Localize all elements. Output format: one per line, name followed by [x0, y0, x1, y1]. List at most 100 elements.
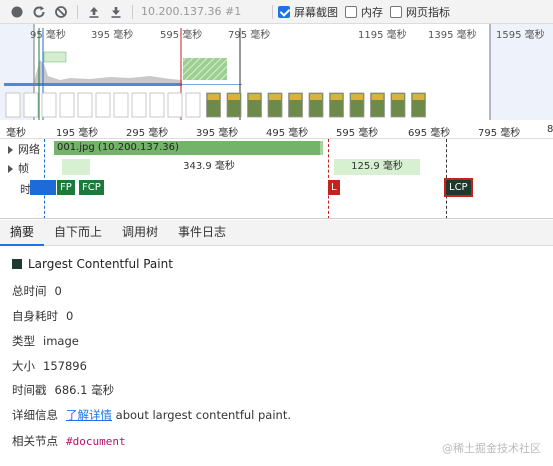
overview-tick: 1395 毫秒 [428, 30, 477, 41]
total-time-label: 总时间 [12, 284, 47, 298]
record-button[interactable] [6, 1, 28, 23]
screenshots-checkbox-label: 屏幕截图 [294, 5, 338, 19]
event-color-swatch [12, 259, 22, 269]
expand-triangle-icon[interactable] [8, 165, 13, 173]
filmstrip-thumbnail-detail [289, 94, 302, 100]
memory-checkbox-label: 内存 [361, 5, 383, 19]
overview-tick: 395 毫秒 [91, 30, 134, 41]
details-text: about largest contentful paint. [115, 408, 292, 422]
ruler-tick: 195 毫秒 [56, 128, 99, 139]
save-profile-button[interactable] [105, 1, 127, 23]
load-marker[interactable]: L [328, 180, 340, 195]
self-time-label: 自身耗时 [12, 309, 58, 323]
lcp-line [446, 139, 447, 218]
filmstrip-thumbnail-detail [371, 94, 384, 100]
webvitals-checkbox-box[interactable] [390, 5, 402, 18]
overview-tick: 795 毫秒 [228, 30, 271, 41]
filmstrip-thumbnail [185, 92, 201, 118]
ruler-tick: 495 毫秒 [266, 128, 309, 139]
frame-block[interactable]: 343.9 毫秒 [95, 159, 323, 175]
screenshots-checkbox[interactable]: 屏幕截图 [278, 4, 338, 20]
filmstrip-thumbnail-detail [392, 94, 404, 100]
memory-checkbox-box[interactable] [345, 5, 357, 18]
row-type: 类型 image [12, 333, 79, 349]
filmstrip-thumbnail [59, 92, 75, 118]
row-timestamp: 时间戳 686.1 毫秒 [12, 382, 114, 398]
total-time-value: 0 [54, 284, 62, 298]
row-size: 大小 157896 [12, 358, 87, 374]
network-label: 网络 [18, 143, 40, 156]
overview-tick: 595 毫秒 [160, 30, 203, 41]
tab-event-log[interactable]: 事件日志 [168, 220, 236, 246]
filmstrip-thumbnail [131, 92, 147, 118]
time-ruler: 毫秒 195 毫秒 295 毫秒 395 毫秒 495 毫秒 595 毫秒 69… [0, 121, 553, 139]
timeline-tracks[interactable]: 网络 001.jpg (10.200.137.36) 帧 343.9 毫秒 12… [0, 139, 553, 219]
webvitals-checkbox[interactable]: 网页指标 [390, 4, 450, 20]
tab-summary[interactable]: 摘要 [0, 220, 45, 246]
dcl-marker[interactable]: DCL [30, 180, 57, 195]
upload-icon [89, 6, 99, 18]
row-related-node: 相关节点 #document [12, 433, 126, 449]
filmstrip-thumbnail-detail [351, 94, 363, 100]
filmstrip-thumbnail-detail [310, 94, 322, 100]
ruler-tick: 295 毫秒 [126, 128, 169, 139]
timeline-overview[interactable]: 95 毫秒 395 毫秒 595 毫秒 795 毫秒 1195 毫秒 1395 … [0, 24, 553, 120]
network-request-tail [320, 141, 323, 155]
watermark: @稀土掘金技术社区 [442, 442, 541, 455]
summary-title: Largest Contentful Paint [12, 257, 173, 271]
expand-triangle-icon[interactable] [8, 146, 13, 154]
recording-select[interactable]: 10.200.137.36 #1 [141, 5, 267, 18]
tab-call-tree[interactable]: 调用树 [112, 220, 168, 246]
network-track-label[interactable]: 网络 [8, 141, 40, 157]
filmstrip-thumbnail [167, 92, 183, 118]
fcp-marker[interactable]: FCP [79, 180, 104, 195]
lcp-marker[interactable]: LCP [444, 178, 473, 197]
learn-more-link[interactable]: 了解详情 [66, 408, 112, 422]
row-self-time: 自身耗时 0 [12, 308, 73, 324]
timeline-toolbar: 10.200.137.36 #1 屏幕截图 内存 网页指标 [0, 0, 553, 24]
tab-bottom-up[interactable]: 自下而上 [44, 220, 112, 246]
filmstrip-thumbnail [149, 92, 165, 118]
filmstrip-thumbnail-detail [228, 94, 240, 100]
overview-tick: 1595 毫秒 [496, 30, 545, 41]
details-tabs: 摘要 自下而上 调用树 事件日志 [0, 220, 553, 246]
ruler-tick: 595 毫秒 [336, 128, 379, 139]
memory-checkbox[interactable]: 内存 [345, 4, 383, 20]
load-line [328, 139, 329, 218]
timestamp-label: 时间戳 [12, 383, 47, 397]
filmstrip-thumbnail-detail [330, 94, 343, 100]
fp-marker[interactable]: FP [57, 180, 75, 195]
type-label: 类型 [12, 334, 35, 348]
reload-button[interactable] [28, 1, 50, 23]
webvitals-checkbox-label: 网页指标 [406, 5, 450, 19]
details-label: 详细信息 [12, 408, 58, 422]
related-node-link[interactable]: #document [66, 435, 126, 448]
filmstrip-thumbnail-detail [207, 94, 220, 100]
toolbar-divider [132, 4, 133, 19]
frame-block[interactable] [62, 159, 90, 175]
filmstrip-thumbnail [5, 92, 21, 118]
filmstrip-thumbnail-detail [269, 94, 281, 100]
row-details: 详细信息 了解详情 about largest contentful paint. [12, 407, 291, 423]
timestamp-value: 686.1 毫秒 [54, 383, 115, 397]
summary-panel: Largest Contentful Paint 总时间 0 自身耗时 0 类型 im… [0, 247, 553, 466]
overview-tick: 95 毫秒 [30, 30, 66, 41]
clear-button[interactable] [50, 1, 72, 23]
overview-tick: 1195 毫秒 [358, 30, 407, 41]
ruler-tick: 毫秒 [6, 128, 26, 139]
download-icon [111, 6, 121, 18]
filmstrip [5, 92, 426, 118]
size-label: 大小 [12, 359, 35, 373]
frame-block[interactable]: 125.9 毫秒 [334, 159, 420, 175]
filmstrip-thumbnail [113, 92, 129, 118]
network-request-bar[interactable]: 001.jpg (10.200.137.36) [54, 141, 320, 155]
screenshots-checkbox-box[interactable] [278, 5, 290, 18]
row-total-time: 总时间 0 [12, 283, 62, 299]
ruler-tick: 695 毫秒 [408, 128, 451, 139]
frames-track-label[interactable]: 帧 [8, 160, 29, 176]
filmstrip-thumbnail-detail [412, 94, 425, 100]
clear-icon [55, 5, 67, 18]
filmstrip-thumbnail [77, 92, 93, 118]
ruler-tick: 395 毫秒 [196, 128, 239, 139]
load-profile-button[interactable] [83, 1, 105, 23]
